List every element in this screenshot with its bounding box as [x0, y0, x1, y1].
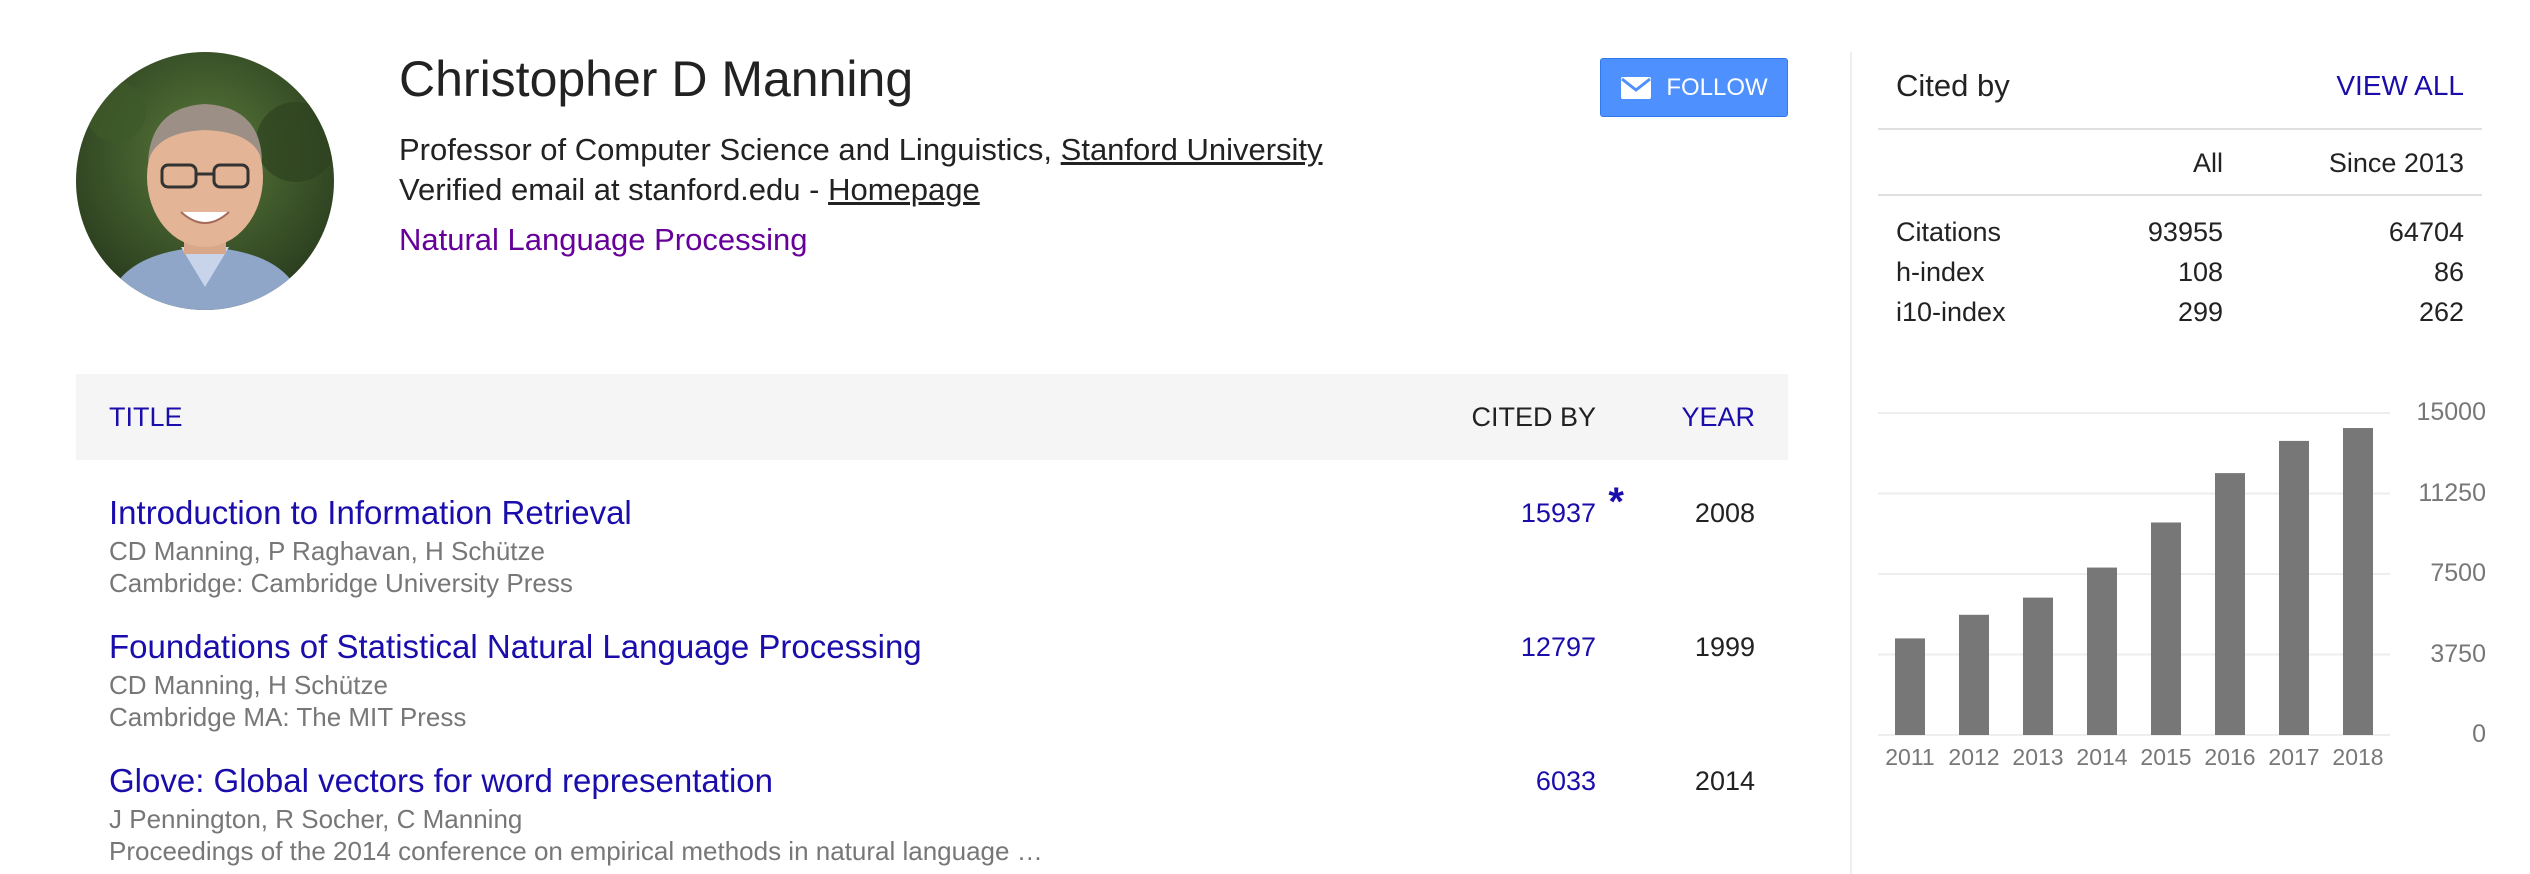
x-tick-label: 2014	[2076, 744, 2127, 770]
chart-bar[interactable]	[2151, 522, 2181, 735]
column-year-header[interactable]: YEAR	[1681, 374, 1755, 460]
metric-label: h-index	[1896, 257, 1985, 287]
merged-citations-star[interactable]: *	[1608, 480, 1624, 525]
verified-email-text: Verified email at stanford.edu -	[399, 172, 829, 207]
table-row: Introduction to Information Retrieval CD…	[76, 480, 1788, 624]
chart-bar[interactable]	[2343, 428, 2373, 735]
column-all-header: All	[2192, 148, 2223, 178]
y-tick-label: 11250	[2418, 478, 2486, 507]
chart-y-axis: 0 3750 7500 11250 15000	[2392, 390, 2492, 790]
metric-all: 93955	[2147, 217, 2223, 247]
affiliation: Professor of Computer Science and Lingui…	[399, 132, 1323, 168]
column-title-header[interactable]: TITLE	[109, 374, 183, 460]
mail-icon	[1620, 76, 1652, 100]
view-all-link[interactable]: VIEW ALL	[2336, 70, 2464, 102]
y-tick-label: 0	[2472, 720, 2486, 748]
homepage-link[interactable]: Homepage	[828, 172, 980, 207]
chart-bar[interactable]	[2279, 440, 2309, 735]
affiliation-text: Professor of Computer Science and Lingui…	[399, 132, 1061, 167]
chart-bar[interactable]	[1895, 638, 1925, 735]
profile-photo[interactable]	[76, 52, 334, 310]
chart-bar[interactable]	[2087, 567, 2117, 735]
chart-bar[interactable]	[2023, 597, 2053, 735]
article-venue: Proceedings of the 2014 conference on em…	[109, 836, 1043, 866]
profile-name: Christopher D Manning	[399, 51, 914, 107]
x-tick-label: 2017	[2268, 744, 2319, 770]
article-title-link[interactable]: Glove: Global vectors for word represent…	[109, 762, 773, 800]
article-venue: Cambridge: Cambridge University Press	[109, 568, 573, 598]
divider	[1878, 194, 2482, 196]
metric-since: 86	[2433, 257, 2464, 287]
article-year: 2014	[1694, 766, 1755, 796]
metric-label: Citations	[1896, 217, 2002, 247]
table-row: Foundations of Statistical Natural Langu…	[76, 628, 1788, 758]
column-cited-by-header: CITED BY	[1471, 402, 1596, 432]
chart-bar[interactable]	[1959, 614, 1989, 735]
article-authors: J Pennington, R Socher, C Manning	[109, 804, 523, 834]
x-tick-label: 2015	[2140, 744, 2191, 770]
y-tick-label: 7500	[2430, 559, 2486, 587]
email-line: Verified email at stanford.edu - Homepag…	[399, 172, 980, 208]
article-authors: CD Manning, P Raghavan, H Schütze	[109, 536, 545, 566]
article-title-link[interactable]: Foundations of Statistical Natural Langu…	[109, 628, 922, 666]
follow-label: FOLLOW	[1666, 73, 1768, 101]
article-year: 1999	[1694, 632, 1755, 662]
x-tick-label: 2011	[1885, 744, 1934, 770]
panel-divider	[1850, 52, 1852, 874]
y-tick-label: 15000	[2416, 398, 2486, 426]
chart-bar[interactable]	[2215, 473, 2245, 735]
cited-by-count-link[interactable]: 15937	[1521, 498, 1596, 529]
column-since-header: Since 2013	[2328, 148, 2464, 178]
metric-since: 262	[2418, 297, 2464, 327]
affiliation-link[interactable]: Stanford University	[1061, 132, 1323, 167]
metric-since: 64704	[2388, 217, 2464, 247]
x-tick-label: 2016	[2204, 744, 2255, 770]
citations-bar-chart: 2011 2012 2013 2014 2015 2016 2017 2018	[1878, 412, 2390, 770]
x-tick-label: 2013	[2012, 744, 2063, 770]
article-year: 2008	[1694, 498, 1755, 528]
metric-all: 108	[2177, 257, 2223, 287]
table-row: Glove: Global vectors for word represent…	[76, 762, 1788, 874]
metric-label: i10-index	[1896, 297, 2006, 327]
article-venue: Cambridge MA: The MIT Press	[109, 702, 467, 732]
articles-table-header: TITLE CITED BY YEAR	[76, 374, 1788, 460]
divider	[1878, 128, 2482, 130]
x-tick-label: 2018	[2332, 744, 2383, 770]
research-interest-link[interactable]: Natural Language Processing	[399, 222, 807, 258]
cited-by-count-link[interactable]: 6033	[1536, 766, 1596, 797]
article-title-link[interactable]: Introduction to Information Retrieval	[109, 494, 632, 532]
x-tick-label: 2012	[1948, 744, 1999, 770]
cited-by-count-link[interactable]: 12797	[1521, 632, 1596, 663]
article-authors: CD Manning, H Schütze	[109, 670, 388, 700]
y-tick-label: 3750	[2430, 639, 2486, 668]
metric-all: 299	[2177, 297, 2223, 327]
follow-button[interactable]: FOLLOW	[1600, 58, 1788, 117]
cited-by-title: Cited by	[1896, 68, 2010, 103]
